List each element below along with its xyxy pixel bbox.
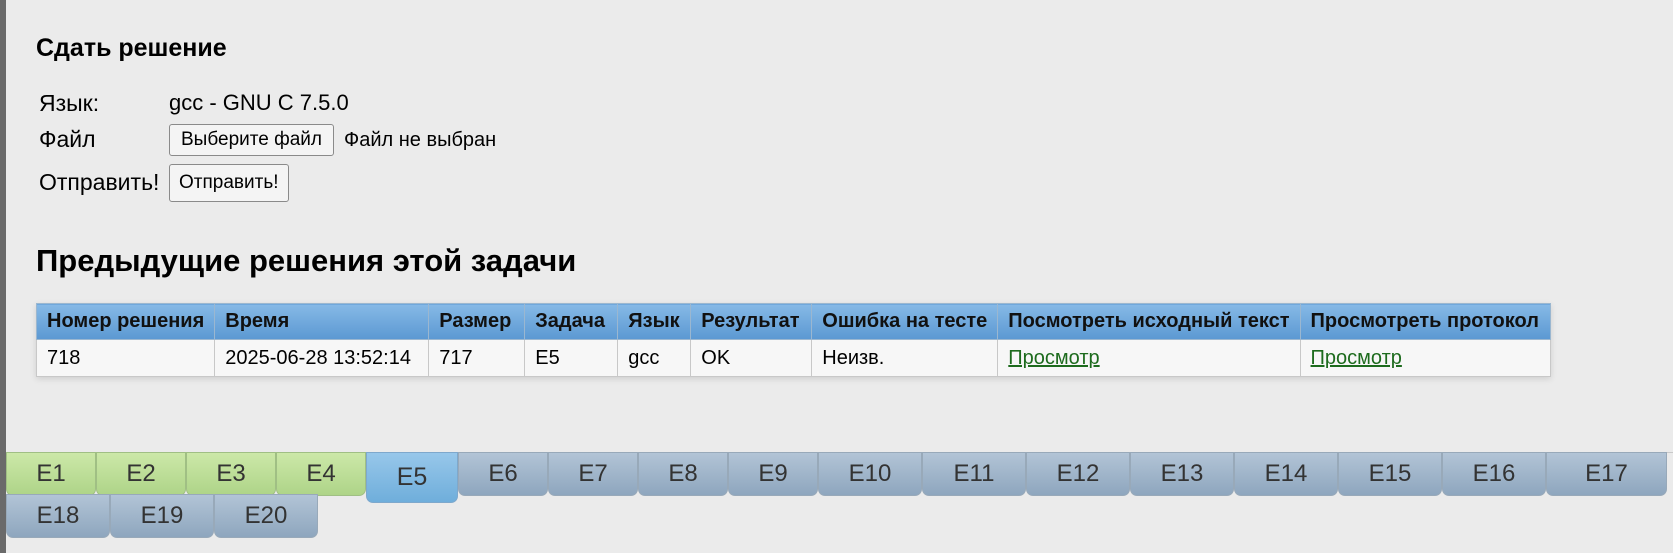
language-value: gcc - GNU C 7.5.0 [169,90,349,115]
tab-e18[interactable]: E18 [6,494,110,538]
column-header-language: Язык [617,303,692,340]
cell-protocol: Просмотр [1299,339,1551,377]
column-header-problem: Задача [524,303,619,340]
table-header-row: Номер решения Время Размер Задача Язык Р… [35,303,1551,340]
cell-id: 718 [35,339,216,377]
tab-e1[interactable]: E1 [6,452,96,496]
tab-e12[interactable]: E12 [1026,452,1130,496]
cell-time: 2025-06-28 13:52:14 [214,339,430,377]
table-row: 718 2025-06-28 13:52:14 717 E5 gcc OK Не… [35,339,1551,377]
tab-e6[interactable]: E6 [458,452,548,496]
column-header-protocol: Просмотреть протокол [1299,303,1551,340]
cell-problem: E5 [524,339,619,377]
column-header-time: Время [214,303,430,340]
tab-e14[interactable]: E14 [1234,452,1338,496]
column-header-source: Посмотреть исходный текст [997,303,1301,340]
tab-e15[interactable]: E15 [1338,452,1442,496]
cell-source: Просмотр [997,339,1301,377]
cell-result: OK [690,339,813,377]
file-label: Файл [39,126,96,152]
tab-e16[interactable]: E16 [1442,452,1546,496]
tab-e4[interactable]: E4 [276,452,366,496]
tab-e10[interactable]: E10 [818,452,922,496]
send-button[interactable]: Отправить! [169,164,289,202]
previous-solutions-heading: Предыдущие решения этой задачи [36,243,577,278]
tab-e19[interactable]: E19 [110,494,214,538]
cell-language: gcc [617,339,692,377]
tab-e11[interactable]: E11 [922,452,1026,496]
cell-size: 717 [428,339,526,377]
tab-e2[interactable]: E2 [96,452,186,496]
send-label: Отправить! [39,169,160,195]
tab-e20[interactable]: E20 [214,494,318,538]
submit-heading: Сдать решение [36,34,227,62]
view-source-link[interactable]: Просмотр [1008,347,1099,369]
tab-e3[interactable]: E3 [186,452,276,496]
view-protocol-link[interactable]: Просмотр [1311,347,1402,369]
tab-e9[interactable]: E9 [728,452,818,496]
column-header-failed-test: Ошибка на тесте [811,303,999,340]
column-header-id: Номер решения [35,303,216,340]
tab-e17[interactable]: E17 [1546,452,1667,496]
tab-e5[interactable]: E5 [366,452,458,503]
submissions-table: Номер решения Время Размер Задача Язык Р… [35,303,1551,377]
language-label: Язык: [39,90,100,116]
column-header-size: Размер [428,303,526,340]
tab-e7[interactable]: E7 [548,452,638,496]
cell-failed-test: Неизв. [811,339,999,377]
file-status: Файл не выбран [344,129,497,151]
choose-file-button[interactable]: Выберите файл [169,124,334,156]
tab-e13[interactable]: E13 [1130,452,1234,496]
column-header-result: Результат [690,303,813,340]
tab-e8[interactable]: E8 [638,452,728,496]
